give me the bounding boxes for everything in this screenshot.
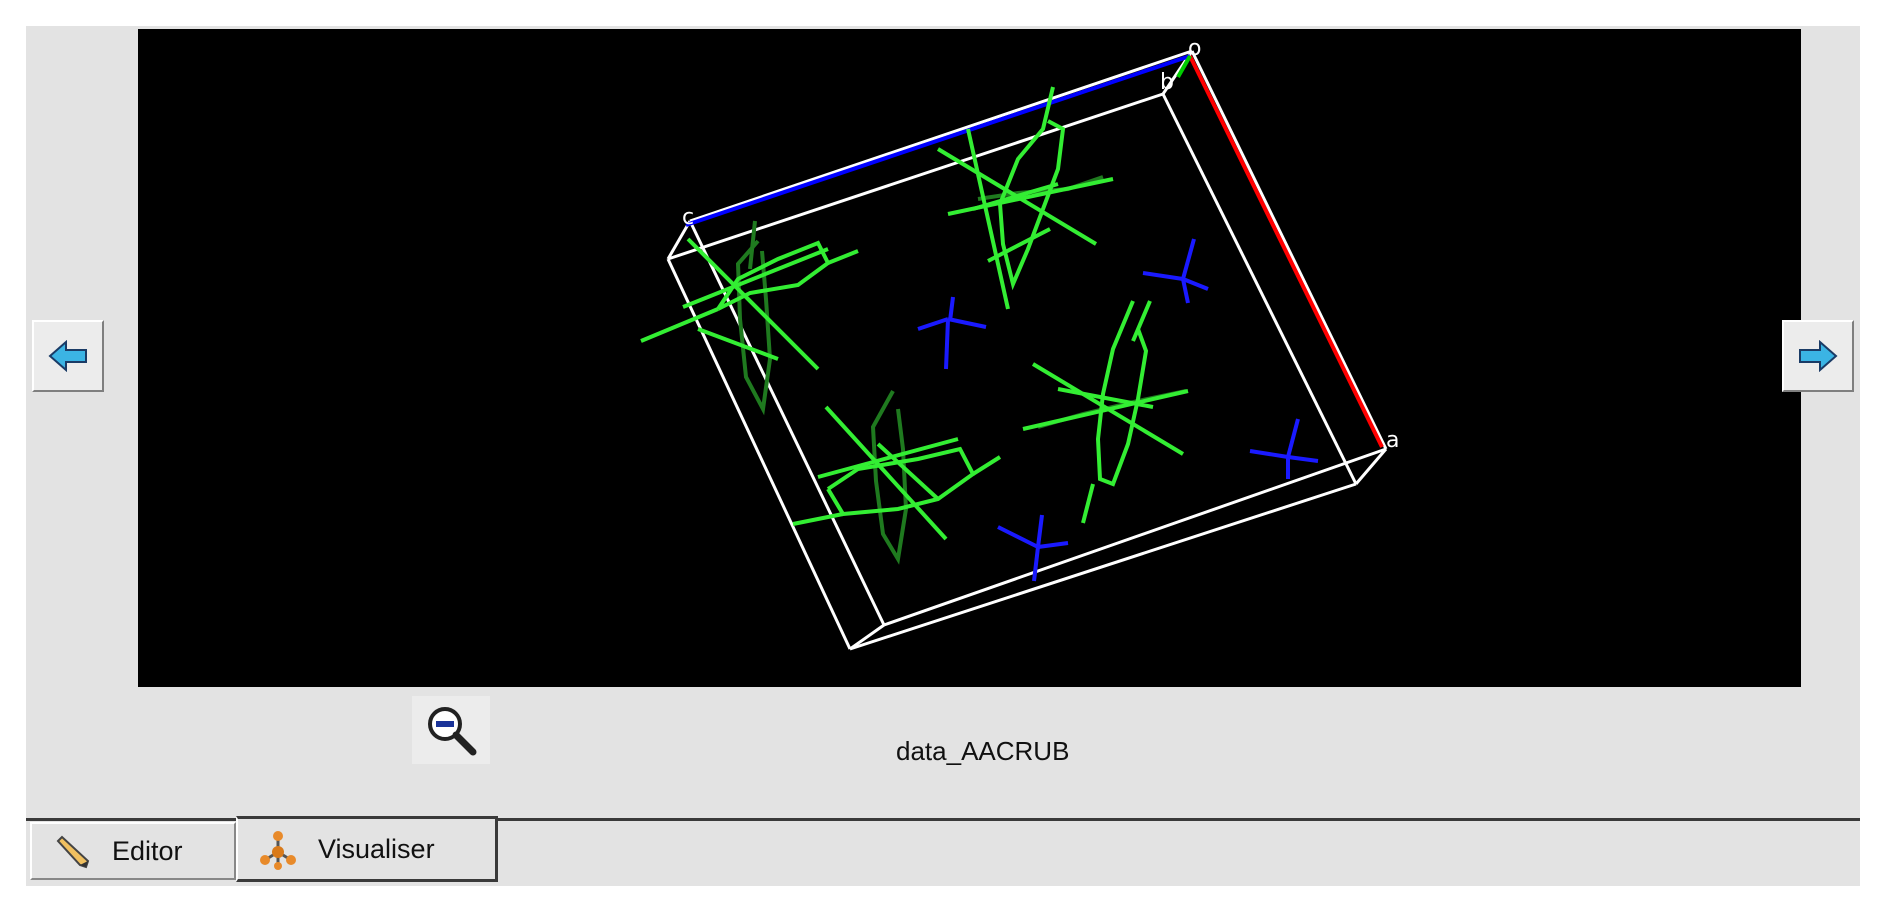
dataset-name-label: data_AACRUB	[896, 736, 1070, 766]
molecule-icon	[256, 827, 300, 871]
previous-structure-button[interactable]	[32, 320, 104, 392]
axis-label-b: b	[1160, 70, 1174, 95]
next-structure-button[interactable]	[1782, 320, 1854, 392]
axis-label-origin: o	[1188, 36, 1201, 61]
tab-visualiser-label: Visualiser	[318, 833, 435, 864]
arrow-right-icon	[1799, 340, 1838, 372]
axis-a-line	[1188, 55, 1384, 448]
counterion-2	[1142, 238, 1209, 304]
molecule-3	[792, 390, 1002, 565]
tab-visualiser[interactable]: Visualiser	[236, 816, 498, 882]
pencil-icon	[50, 829, 94, 873]
application-window: o b c a data_AACRUB Editor Visualiser	[26, 26, 1860, 886]
unit-cell	[666, 49, 1388, 651]
zoom-out-icon	[428, 707, 477, 756]
counterion-1	[917, 296, 987, 370]
zoom-out-button[interactable]	[412, 696, 490, 764]
crystal-structure-canvas[interactable]: o b c a	[138, 29, 1801, 687]
axis-label-c: c	[682, 205, 694, 230]
counterion-3	[1249, 418, 1319, 479]
arrow-left-icon	[48, 340, 87, 372]
tab-editor[interactable]: Editor	[30, 822, 236, 880]
molecule-4	[1022, 300, 1189, 524]
counterion-4	[997, 514, 1069, 582]
tab-editor-label: Editor	[112, 835, 183, 866]
axis-label-a: a	[1386, 428, 1399, 453]
crystal-structure-viewport[interactable]: o b c a	[138, 29, 1801, 687]
axis-c-line	[685, 54, 1191, 227]
